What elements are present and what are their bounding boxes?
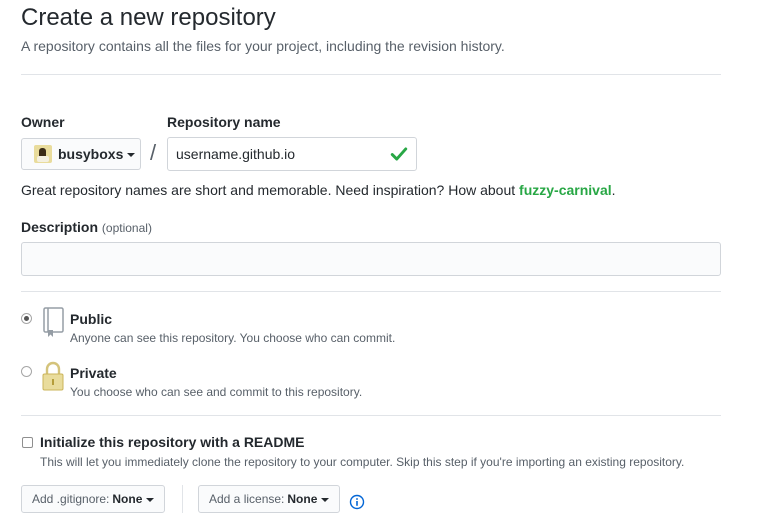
description-input[interactable] — [21, 242, 721, 276]
public-option-desc: Anyone can see this repository. You choo… — [70, 331, 396, 345]
divider — [182, 485, 183, 513]
optional-tag: (optional) — [101, 221, 152, 235]
gitignore-label: Add .gitignore: — [32, 492, 110, 506]
name-suggestion-link[interactable]: fuzzy-carnival — [519, 182, 612, 198]
caret-down-icon — [321, 498, 330, 502]
public-option-title: Public — [70, 311, 113, 327]
repo-icon — [43, 307, 64, 337]
license-label: Add a license: — [209, 492, 285, 506]
radio-public[interactable] — [21, 313, 32, 324]
repository-name-hint: Great repository names are short and mem… — [21, 182, 616, 198]
owner-label: Owner — [21, 114, 65, 130]
init-readme-desc: This will let you immediately clone the … — [40, 455, 685, 469]
divider — [21, 415, 721, 416]
radio-private[interactable] — [21, 366, 32, 377]
hint-text: Great repository names are short and mem… — [21, 182, 520, 198]
description-label: Description (optional) — [21, 219, 152, 235]
license-dropdown[interactable]: Add a license: None — [198, 485, 341, 513]
repository-name-input[interactable] — [167, 137, 417, 171]
caret-down-icon — [127, 153, 136, 157]
caret-down-icon — [146, 498, 155, 502]
page-subtitle: A repository contains all the files for … — [21, 38, 505, 54]
owner-repo-separator: / — [150, 140, 157, 165]
divider — [21, 291, 721, 292]
gitignore-value: None — [112, 492, 143, 506]
lock-icon — [42, 361, 64, 391]
repository-name-label: Repository name — [167, 114, 281, 130]
license-value: None — [287, 492, 318, 506]
private-option-desc: You choose who can see and commit to thi… — [70, 385, 363, 399]
init-readme-label: Initialize this repository with a README — [40, 434, 305, 450]
private-option-title: Private — [70, 365, 117, 381]
hint-suffix: . — [611, 182, 616, 198]
avatar — [34, 145, 52, 163]
gitignore-dropdown[interactable]: Add .gitignore: None — [21, 485, 166, 513]
info-icon[interactable] — [349, 494, 365, 510]
init-readme-checkbox[interactable] — [22, 437, 33, 448]
check-icon — [390, 147, 408, 161]
owner-dropdown[interactable]: busyboxs — [21, 138, 141, 170]
owner-value: busyboxs — [58, 146, 124, 162]
page-title: Create a new repository — [21, 4, 276, 31]
description-label-text: Description — [21, 219, 99, 235]
divider — [21, 74, 721, 75]
